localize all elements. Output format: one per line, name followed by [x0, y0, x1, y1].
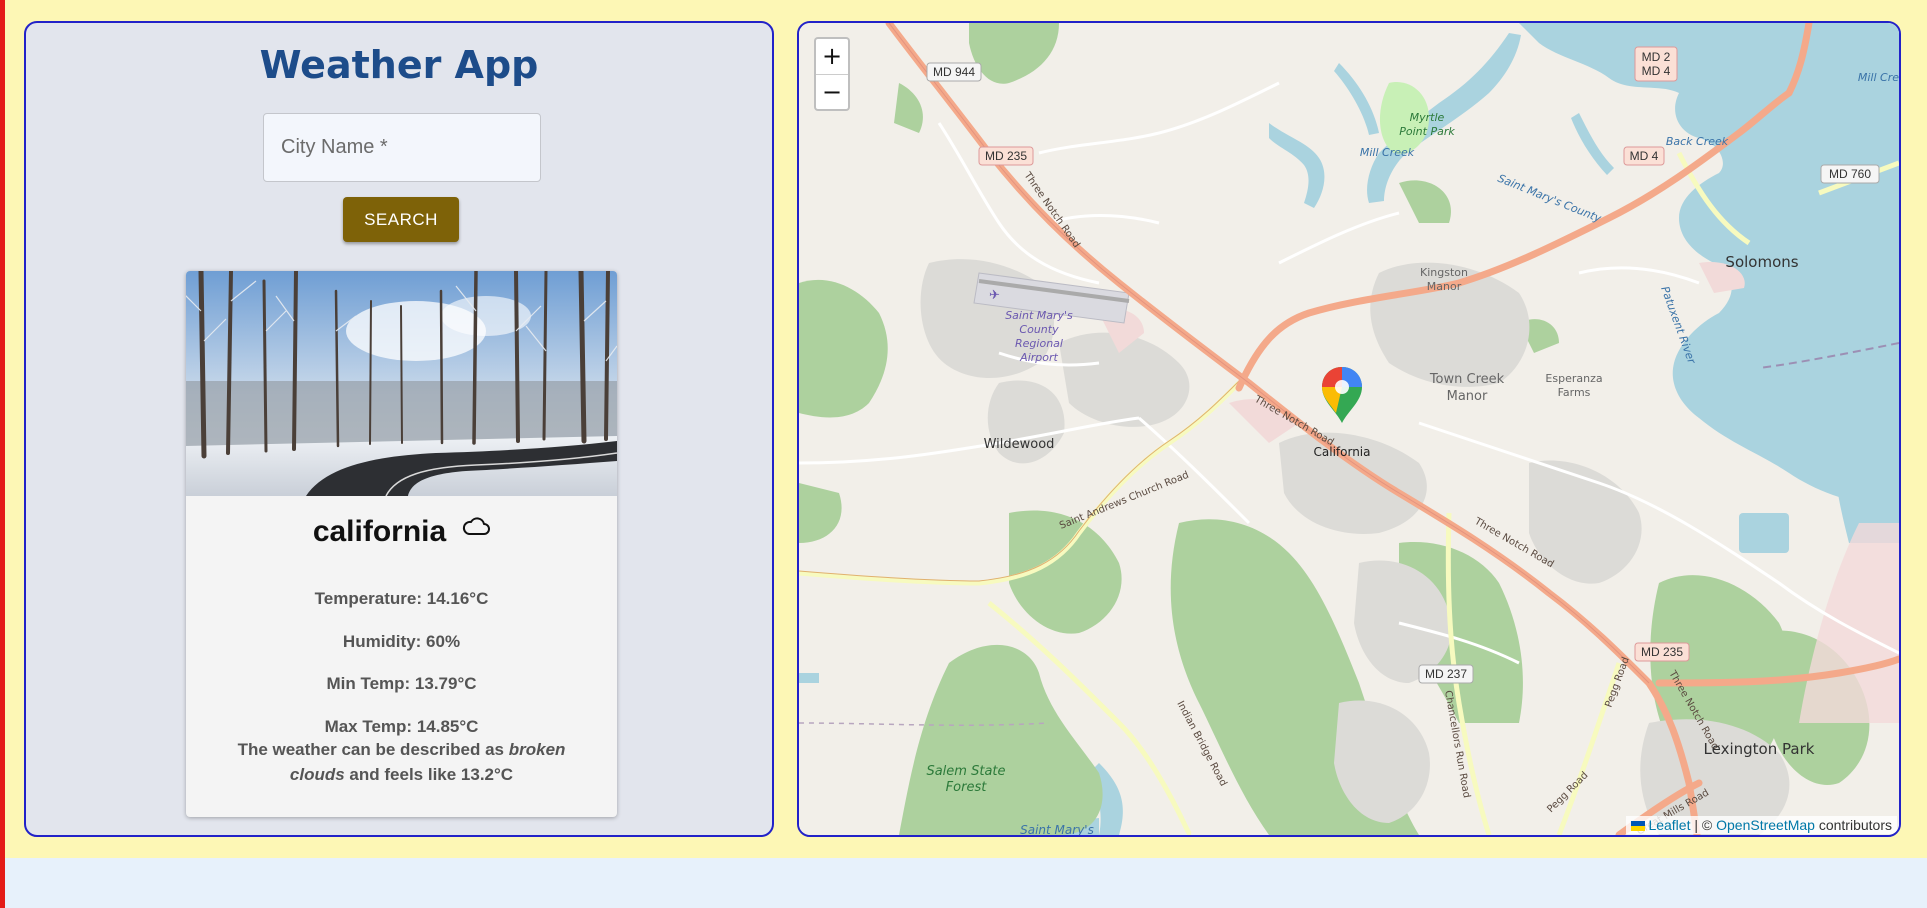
place-label: Lexington Park [1704, 740, 1815, 758]
city-heading: california [186, 511, 617, 549]
road-shield-md2-md4: MD 2 MD 4 [1634, 46, 1678, 82]
road-shield-md235-south: MD 235 [1634, 642, 1690, 662]
road-shield-md237: MD 237 [1418, 664, 1474, 684]
svg-text:MD 4: MD 4 [1642, 64, 1671, 78]
humidity-text: Humidity: 60% [342, 632, 461, 651]
weather-photo [186, 271, 617, 496]
zoom-out-button[interactable]: − [816, 75, 848, 110]
place-label: Forest [946, 780, 988, 795]
leaflet-link[interactable]: Leaflet [1648, 817, 1690, 833]
place-label: Myrtle [1410, 111, 1445, 124]
map-panel[interactable]: MD 944 MD 235 MD 2 MD 4 MD 4 MD 760 MD 2… [797, 21, 1901, 837]
marker-label: California [1314, 445, 1371, 459]
place-label: Solomons [1725, 253, 1798, 271]
weather-panel: Weather App SEARCH [24, 21, 774, 837]
place-label: Saint Mary's [1020, 823, 1094, 835]
search-button[interactable]: SEARCH [343, 197, 459, 242]
place-label: Wildewood [984, 437, 1055, 452]
openstreetmap-link[interactable]: OpenStreetMap [1716, 817, 1815, 833]
svg-text:MD 4: MD 4 [1630, 149, 1659, 163]
place-label: Esperanza [1545, 372, 1602, 385]
city-name-input[interactable] [263, 113, 541, 182]
road-shield-md760: MD 760 [1820, 164, 1880, 184]
road-shield-md235-north: MD 235 [978, 146, 1034, 166]
svg-text:MD 944: MD 944 [933, 65, 975, 79]
weather-card: california Temperature: 14.16°C Humidity… [186, 271, 617, 817]
place-label: Mill Creek [1360, 146, 1415, 159]
zoom-controls: + − [814, 37, 850, 111]
place-label: Manor [1427, 280, 1462, 293]
place-label: Town Creek [1429, 372, 1505, 387]
place-label: Back Creek [1666, 135, 1729, 148]
min-temp-text: Min Temp: 13.79°C [326, 674, 477, 693]
ukraine-flag-icon [1631, 818, 1646, 831]
road-shield-md944: MD 944 [926, 62, 982, 82]
place-label: Regional [1015, 337, 1063, 350]
svg-text:MD 235: MD 235 [1641, 645, 1683, 659]
airport-icon: ✈ [989, 288, 1000, 303]
map-attribution: Leaflet | © OpenStreetMap contributors [1626, 816, 1897, 834]
place-label: Farms [1558, 386, 1591, 399]
place-label: Point Park [1399, 125, 1455, 138]
app-title: Weather App [259, 43, 539, 87]
place-label: Kingston [1420, 266, 1468, 279]
attribution-separator: | © [1690, 817, 1717, 833]
place-label: Salem State [926, 764, 1005, 779]
svg-text:MD 2: MD 2 [1642, 50, 1671, 64]
svg-text:MD 760: MD 760 [1829, 167, 1871, 181]
cloud-icon [462, 511, 491, 545]
weather-description: The weather can be described as broken c… [216, 737, 587, 787]
place-label: County [1019, 323, 1059, 336]
max-temp-text: Max Temp: 14.85°C [324, 717, 479, 736]
map-tiles[interactable]: MD 944 MD 235 MD 2 MD 4 MD 4 MD 760 MD 2… [799, 23, 1899, 835]
place-label: Airport [1019, 351, 1058, 364]
attribution-tail: contributors [1814, 817, 1892, 833]
svg-text:MD 237: MD 237 [1425, 667, 1467, 681]
zoom-in-button[interactable]: + [816, 39, 848, 75]
city-name: california [312, 515, 447, 548]
description-prefix: The weather can be described as [237, 740, 509, 759]
road-shield-md4: MD 4 [1623, 146, 1665, 166]
svg-text:MD 235: MD 235 [985, 149, 1027, 163]
description-suffix: and feels like 13.2°C [344, 765, 514, 784]
temperature-text: Temperature: 14.16°C [314, 589, 489, 608]
place-label: Mill Cre [1858, 71, 1899, 84]
place-label: Saint Mary's [1005, 309, 1073, 322]
place-label: Manor [1447, 389, 1488, 404]
